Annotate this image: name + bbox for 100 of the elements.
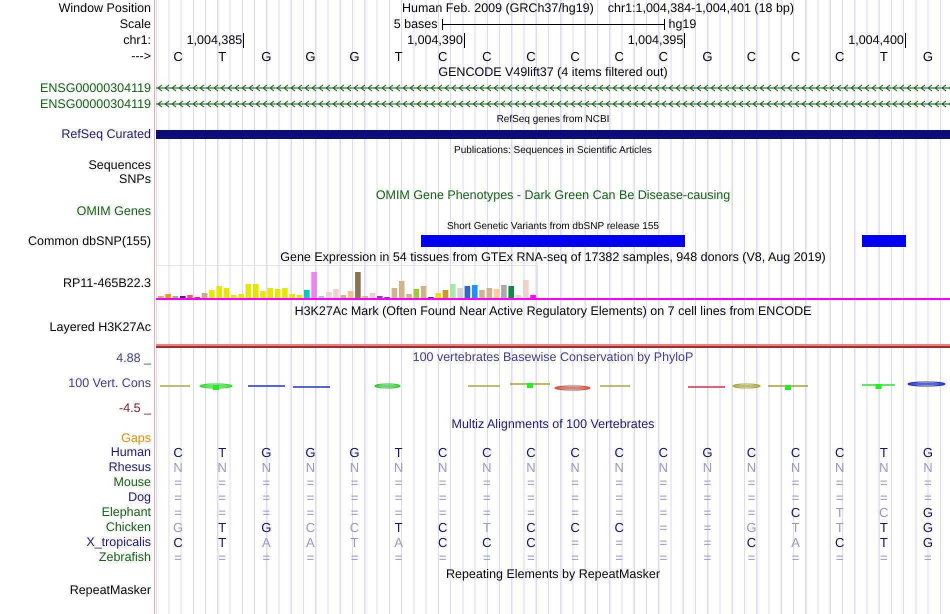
aligned-base: = [217,550,227,565]
aligned-base: C [304,520,316,535]
aligned-base: A [260,535,272,550]
aligned-base: C [481,445,493,460]
aligned-base: G [260,445,272,460]
aligned-base: = [350,550,360,565]
aligned-base: C [658,445,669,460]
aligned-base: A [790,535,801,550]
track-title: RefSeq genes from NCBI [496,114,610,124]
aligned-base: T [834,520,845,535]
track-label[interactable]: SNPs [0,172,151,186]
aligned-base: N [304,460,316,475]
track-title: Publications: Sequences in Scientific Articles [454,144,652,156]
aligned-base: = [526,550,536,565]
species-label[interactable]: X_tropicalis [0,535,151,550]
aligned-base: = [923,550,933,565]
base-letter: G [260,48,272,64]
aligned-base: N [392,460,404,475]
gene-label[interactable]: ENSG00000304119 [0,80,151,96]
aligned-base: G [348,445,361,460]
aligned-base: T [394,445,404,460]
aligned-base: = [526,475,536,490]
aligned-base: C [481,535,493,550]
aligned-base: = [261,475,272,490]
aligned-base: N [216,460,228,475]
aligned-base: = [261,490,272,505]
aligned-base: T [394,520,404,535]
aligned-base: = [834,490,844,505]
base-letter: C [834,48,846,64]
species-label[interactable]: Zebrafish [0,550,151,565]
aligned-base: = [570,550,580,565]
aligned-base: = [261,505,272,520]
aligned-base: = [614,550,624,565]
aligned-base: N [746,460,758,475]
aligned-base: C [172,535,184,550]
aligned-base: N [658,460,669,475]
scale-text: 5 bases [392,17,438,31]
aligned-base: = [658,475,668,490]
species-label[interactable]: Chicken [0,520,151,535]
track-label[interactable]: RP11-465B22.3 [0,265,151,301]
track-title: OMIM Gene Phenotypes - Dark Green Can Be Disease-causing [376,188,730,202]
aligned-base: C [834,445,846,460]
aligned-base: = [570,490,580,505]
aligned-base: N [834,460,846,475]
species-label[interactable]: Rhesus [0,460,151,475]
aligned-base: = [658,490,668,505]
aligned-base: = [658,520,668,535]
aligned-base: T [878,535,889,550]
aligned-base: = [658,550,668,565]
aligned-base: T [350,535,360,550]
aligned-base: G [260,520,272,535]
track-label[interactable]: Common dbSNP(155) [0,234,151,248]
species-label[interactable]: Elephant [0,505,151,520]
variant-bar [862,235,906,247]
aligned-base: = [438,475,448,490]
aligned-base: T [790,520,801,535]
species-label[interactable]: Mouse [0,475,151,490]
aligned-base: C [525,445,537,460]
aligned-base: = [879,490,889,505]
species-label[interactable]: Human [0,445,151,460]
aligned-base: = [702,535,712,550]
aligned-base: = [350,505,360,520]
aligned-base: C [834,535,846,550]
aligned-base: = [438,490,448,505]
aligned-base: = [306,505,316,520]
aligned-base: = [570,505,580,520]
track-label[interactable]: RepeatMasker [0,583,151,597]
aligned-base: = [217,475,227,490]
track-label: chr1: [122,32,151,48]
species-label[interactable]: Dog [0,490,151,505]
assembly-label: hg19 [668,17,698,31]
aligned-base: C [746,535,758,550]
track-label[interactable]: RefSeq Curated [0,126,151,142]
ruler-tick-label: 1,004,385 [186,32,244,48]
track-label[interactable]: Sequences [0,158,151,172]
track-label[interactable]: 100 Vert. Cons [68,376,151,390]
gene-label[interactable]: ENSG00000304119 [0,96,151,112]
base-letter: G [701,48,714,64]
aligned-base: G [745,520,758,535]
aligned-base: C [790,445,802,460]
aligned-base: = [614,505,624,520]
aligned-base: = [658,505,668,520]
axis-label: -4.5 _ [119,402,151,414]
aligned-base: N [260,460,272,475]
track-title: 100 vertebrates Basewise Conservation by PhyloP [412,350,694,364]
aligned-base: C [437,445,448,460]
track-label[interactable]: Layered H3K27Ac [0,320,151,335]
aligned-base: = [702,505,712,520]
aligned-base: = [702,490,712,505]
aligned-base: N [172,460,184,475]
track-label[interactable]: OMIM Genes [0,204,151,218]
aligned-base: G [172,520,184,535]
aligned-base: N [790,460,802,475]
aligned-base: G [701,445,714,460]
track-label: Scale [118,16,151,32]
base-letter: C [790,48,802,64]
aligned-base: = [614,535,624,550]
aligned-base: = [879,550,889,565]
track-label: Window Position [58,0,151,16]
aligned-base: T [217,445,228,460]
